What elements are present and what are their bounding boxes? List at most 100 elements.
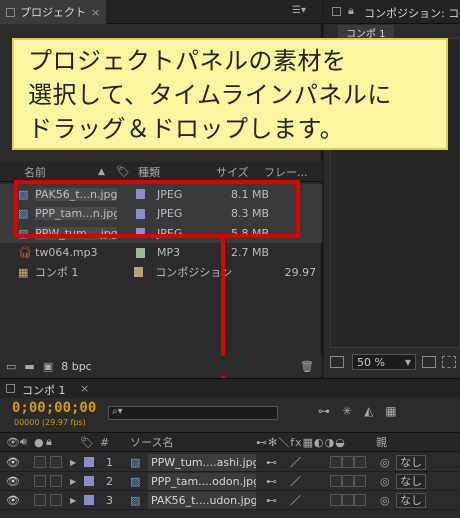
shy-switch-icon[interactable]: ⊷	[266, 494, 290, 507]
pickwhip-icon[interactable]: ◎	[380, 456, 396, 469]
lock-checkbox[interactable]	[50, 494, 62, 506]
chevron-down-icon: ▼	[404, 357, 411, 367]
pickwhip-icon[interactable]: ◎	[380, 494, 396, 507]
label-swatch[interactable]	[135, 247, 146, 258]
zoom-select[interactable]: 50 % ▼	[352, 354, 416, 370]
label-tag-icon[interactable]: 🏷︎	[116, 165, 138, 178]
effect-checkbox[interactable]	[330, 475, 342, 487]
item-name: コンポ 1	[34, 266, 79, 279]
new-composition-icon[interactable]: ▣	[43, 360, 53, 373]
grid-icon[interactable]	[422, 356, 436, 368]
adjustment-checkbox[interactable]	[354, 494, 366, 506]
column-size[interactable]: サイズ	[216, 164, 264, 180]
bpc-label[interactable]: 8 bpc	[61, 360, 92, 373]
item-type: MP3	[157, 246, 181, 259]
lock-checkbox[interactable]	[50, 475, 62, 487]
column-num: #	[100, 435, 110, 449]
region-icon[interactable]	[330, 356, 344, 368]
quality-switch-icon[interactable]: ／	[290, 492, 330, 508]
item-name: tw064.mp3	[35, 246, 98, 259]
layer-source-name[interactable]: PAK56_t....udon.jpg	[148, 491, 256, 509]
video-switch-icon[interactable]: 👁︎	[6, 436, 20, 449]
solo-checkbox[interactable]	[34, 475, 46, 487]
chevron-right-icon[interactable]: ▶	[70, 458, 84, 467]
trash-icon[interactable]: 🗑︎	[300, 360, 314, 373]
eye-icon[interactable]: 👁︎	[6, 475, 34, 488]
lock-switch-icon[interactable]: 🔒︎	[46, 435, 80, 449]
chevron-right-icon[interactable]: ▶	[70, 477, 84, 486]
column-name[interactable]: 名前	[24, 164, 98, 180]
new-folder-icon[interactable]: ▬	[24, 360, 34, 373]
instruction-callout: プロジェクトパネルの素材を 選択して、タイムラインパネルに ドラッグ＆ドロップし…	[12, 38, 448, 150]
timeline-column-header: 👁︎ 🔊︎ ● 🔒︎ 🏷︎ # ソース名 ⊷✻＼fx▦◐◑◒ 親	[0, 432, 460, 452]
motion-blur-checkbox[interactable]	[342, 494, 354, 506]
motion-blur-checkbox[interactable]	[342, 475, 354, 487]
project-column-header: 名前 ▲ 🏷︎ 種類 サイズ フレー...	[0, 162, 322, 182]
current-timecode[interactable]: 0;00;00;00	[12, 400, 96, 416]
label-swatch[interactable]	[133, 267, 144, 277]
label-swatch[interactable]	[84, 457, 94, 467]
parent-select[interactable]: なし	[396, 454, 426, 470]
shy-switch-icon[interactable]: ⊷	[266, 475, 290, 488]
label-swatch[interactable]	[84, 495, 94, 505]
shy-icon[interactable]: ◭	[364, 404, 373, 418]
column-parent[interactable]: 親	[376, 434, 387, 450]
close-icon[interactable]: ×	[80, 382, 89, 395]
tab-project[interactable]: プロジェクト ×	[0, 0, 107, 24]
shy-switch-icon[interactable]: ⊷	[266, 456, 290, 469]
frame-rate-label: 00000 (29.97 fps)	[14, 418, 86, 427]
timeline-layer-row[interactable]: 👁︎ ▶ 1 ▨ PPW_tum....ashi.jpg ⊷ ／ ◎ なし	[0, 453, 460, 472]
solo-checkbox[interactable]	[34, 456, 46, 468]
panel-menu-icon[interactable]: ☰▾	[292, 5, 306, 16]
label-tag-icon[interactable]: 🏷︎	[80, 436, 100, 449]
tab-composition-label[interactable]: コンポジション: コ	[364, 5, 459, 21]
mask-icon[interactable]	[442, 356, 456, 368]
layer-source-name[interactable]: PPW_tum....ashi.jpg	[148, 453, 256, 471]
adjustment-checkbox[interactable]	[354, 456, 366, 468]
effect-checkbox[interactable]	[330, 456, 342, 468]
column-frame[interactable]: フレー...	[264, 164, 312, 180]
adjustment-checkbox[interactable]	[354, 475, 366, 487]
column-type[interactable]: 種類	[138, 164, 216, 180]
motion-blur-checkbox[interactable]	[342, 456, 354, 468]
close-icon[interactable]: ×	[91, 6, 100, 19]
callout-line-1: プロジェクトパネルの素材を	[28, 47, 347, 75]
composition-icon: ▦	[18, 265, 29, 279]
lock-icon[interactable]: 🔒︎	[348, 4, 354, 18]
sort-ascending-icon[interactable]: ▲	[98, 167, 116, 177]
tab-timeline-comp1[interactable]: コンポ 1	[22, 382, 66, 398]
column-source-name[interactable]: ソース名	[130, 434, 256, 450]
lock-checkbox[interactable]	[50, 456, 62, 468]
audio-switch-icon[interactable]: 🔊︎	[20, 435, 34, 449]
quality-switch-icon[interactable]: ／	[290, 454, 330, 470]
parent-select[interactable]: なし	[396, 492, 426, 508]
solo-checkbox[interactable]	[34, 494, 46, 506]
project-item-row[interactable]: ▦ コンポ 1 コンポジション 29.97	[0, 262, 322, 282]
project-item-row[interactable]: 🎧︎ tw064.mp3 MP3 2.7 MB	[0, 243, 322, 263]
effect-checkbox[interactable]	[330, 494, 342, 506]
timeline-layer-row[interactable]: 👁︎ ▶ 2 ▨ PPP_tam....odon.jpg ⊷ ／ ◎ なし	[0, 472, 460, 491]
parent-select[interactable]: なし	[396, 473, 426, 489]
timeline-layer-row[interactable]: 👁︎ ▶ 3 ▨ PAK56_t....udon.jpg ⊷ ／ ◎ なし	[0, 491, 460, 510]
eye-icon[interactable]: 👁︎	[6, 456, 34, 469]
comp-mini-flowchart-icon[interactable]: ⊶	[318, 404, 330, 418]
layer-number: 1	[106, 455, 113, 469]
zoom-value: 50 %	[357, 355, 385, 369]
pickwhip-icon[interactable]: ◎	[380, 475, 396, 488]
tab-project-label: プロジェクト	[20, 6, 86, 19]
quality-switch-icon[interactable]: ／	[290, 473, 330, 489]
layer-search-input[interactable]: ⌕▾	[108, 406, 278, 420]
draft-3d-icon[interactable]: ✳︎	[342, 404, 352, 418]
interpret-footage-icon[interactable]: ▭	[6, 360, 16, 373]
frame-blending-icon[interactable]: ▦	[385, 404, 396, 418]
panel-grip-icon	[332, 7, 341, 16]
label-swatch[interactable]	[84, 476, 94, 486]
selection-highlight-box	[14, 180, 300, 238]
item-frame: 29.97	[284, 265, 317, 279]
audio-icon: 🎧︎	[18, 246, 32, 259]
eye-icon[interactable]: 👁︎	[6, 494, 34, 507]
solo-switch-icon[interactable]: ●	[34, 436, 46, 449]
chevron-right-icon[interactable]: ▶	[70, 496, 84, 505]
layer-source-name[interactable]: PPP_tam....odon.jpg	[148, 472, 256, 490]
tab-comp1[interactable]: コンポ 1	[338, 25, 394, 40]
